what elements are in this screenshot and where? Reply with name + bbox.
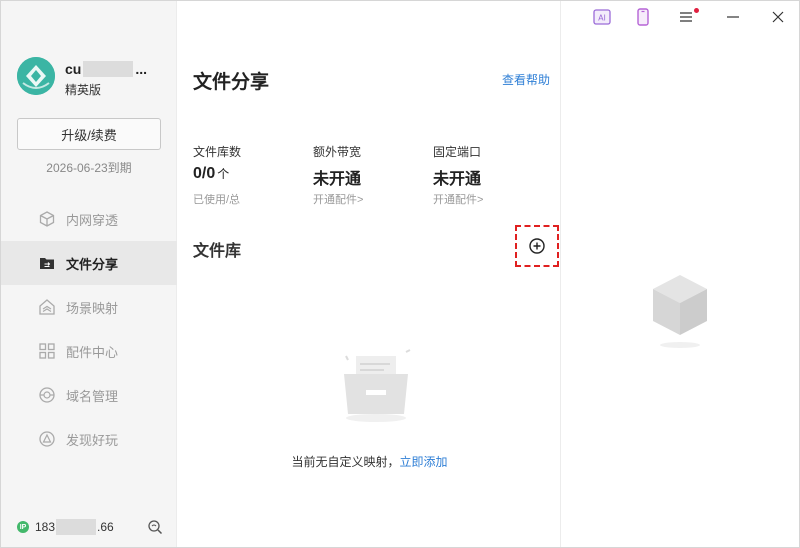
hamburger-menu-icon bbox=[680, 12, 692, 22]
cube-icon bbox=[653, 275, 707, 348]
globe-icon bbox=[38, 386, 56, 404]
main-content: 文件分享 查看帮助 文件库数 0/0 个 已使用/总 额外带宽 未开通 开通配件>… bbox=[178, 1, 561, 547]
logo-icon bbox=[17, 57, 55, 95]
ai-icon: AI bbox=[593, 9, 611, 25]
user-name-prefix: cu bbox=[65, 61, 82, 77]
minimize-icon bbox=[727, 16, 739, 18]
redacted-mask bbox=[56, 519, 97, 535]
cube-outline-icon bbox=[38, 210, 56, 228]
empty-cube-illustration bbox=[650, 273, 710, 356]
ip-suffix: .66 bbox=[97, 520, 114, 534]
sidebar-item-accessory-center[interactable]: 配件中心 bbox=[1, 329, 177, 373]
sidebar-item-label: 发现好玩 bbox=[66, 432, 119, 448]
stat-label: 文件库数 bbox=[193, 145, 242, 159]
sidebar-item-label: 场景映射 bbox=[66, 300, 119, 316]
page-title: 文件分享 bbox=[193, 72, 270, 93]
title-bar: AI bbox=[581, 1, 800, 33]
close-icon bbox=[772, 11, 784, 23]
plus-circle-icon bbox=[529, 238, 545, 254]
ip-prefix: 183 bbox=[35, 520, 56, 534]
stat-value: 0/0 个 bbox=[193, 165, 230, 182]
expire-date: 2026-06-23到期 bbox=[46, 161, 132, 175]
upgrade-button[interactable]: 升级/续费 bbox=[17, 118, 161, 150]
ai-assistant-button[interactable]: AI bbox=[591, 7, 613, 27]
sidebar-item-label: 文件分享 bbox=[66, 256, 119, 272]
svg-text:AI: AI bbox=[598, 14, 606, 23]
stat-value: 未开通 bbox=[313, 171, 362, 188]
stat-label: 固定端口 bbox=[433, 145, 482, 159]
empty-folder-illustration bbox=[338, 346, 418, 431]
add-now-link[interactable]: 立即添加 bbox=[400, 455, 448, 469]
minimize-button[interactable] bbox=[722, 7, 744, 27]
house-layers-icon bbox=[38, 298, 56, 316]
phone-icon bbox=[637, 8, 649, 26]
sidebar-item-intranet[interactable]: 内网穿透 bbox=[1, 197, 177, 241]
folder-share-icon bbox=[38, 254, 56, 272]
empty-state-text: 当前无自定义映射，立即添加 bbox=[291, 455, 448, 469]
sidebar-item-scene-mapping[interactable]: 场景映射 bbox=[1, 285, 177, 329]
ip-status-bar: IP 183 .66 bbox=[17, 517, 167, 537]
stat-library-count: 文件库数 0/0 个 已使用/总 bbox=[193, 143, 313, 207]
empty-folder-icon bbox=[344, 349, 411, 422]
mobile-button[interactable] bbox=[632, 7, 654, 27]
redacted-mask bbox=[83, 61, 134, 77]
sidebar-item-label: 内网穿透 bbox=[66, 212, 119, 228]
sidebar-item-label: 域名管理 bbox=[66, 388, 119, 404]
add-library-button[interactable] bbox=[515, 225, 559, 267]
stat-extra-bandwidth: 额外带宽 未开通 开通配件> bbox=[313, 143, 433, 207]
app-logo bbox=[17, 57, 55, 95]
user-name-suffix: ... bbox=[135, 61, 148, 77]
sidebar-nav: 内网穿透 文件分享 场景映射 配件中心 域名管理 发现好玩 bbox=[1, 197, 177, 461]
close-button[interactable] bbox=[767, 7, 789, 27]
detail-pane bbox=[562, 35, 799, 547]
open-accessory-link[interactable]: 开通配件> bbox=[313, 191, 433, 207]
sidebar: cu ... 精英版 升级/续费 2026-06-23到期 内网穿透 文件分享 bbox=[1, 1, 177, 547]
library-title: 文件库 bbox=[193, 243, 242, 260]
open-accessory-link[interactable]: 开通配件> bbox=[433, 191, 553, 207]
sidebar-item-label: 配件中心 bbox=[66, 344, 119, 360]
grid-icon bbox=[38, 342, 56, 360]
sidebar-item-domain-management[interactable]: 域名管理 bbox=[1, 373, 177, 417]
notification-dot bbox=[694, 8, 699, 13]
ip-badge-icon: IP bbox=[17, 521, 29, 533]
user-name: cu ... bbox=[65, 61, 147, 77]
sidebar-item-discover[interactable]: 发现好玩 bbox=[1, 417, 177, 461]
stat-label: 额外带宽 bbox=[313, 145, 362, 159]
user-plan: 精英版 bbox=[65, 83, 102, 97]
app-window: cu ... 精英版 升级/续费 2026-06-23到期 内网穿透 文件分享 bbox=[0, 0, 800, 548]
search-refresh-icon[interactable] bbox=[147, 519, 163, 538]
stat-fixed-port: 固定端口 未开通 开通配件> bbox=[433, 143, 553, 207]
triangle-circle-icon bbox=[38, 430, 56, 448]
stat-sub: 已使用/总 bbox=[193, 194, 241, 206]
menu-button[interactable] bbox=[676, 7, 699, 27]
stat-value: 未开通 bbox=[433, 171, 482, 188]
stats-row: 文件库数 0/0 个 已使用/总 额外带宽 未开通 开通配件> 固定端口 未开通 … bbox=[193, 143, 553, 207]
sidebar-item-file-share[interactable]: 文件分享 bbox=[1, 241, 177, 285]
help-link[interactable]: 查看帮助 bbox=[502, 71, 550, 88]
